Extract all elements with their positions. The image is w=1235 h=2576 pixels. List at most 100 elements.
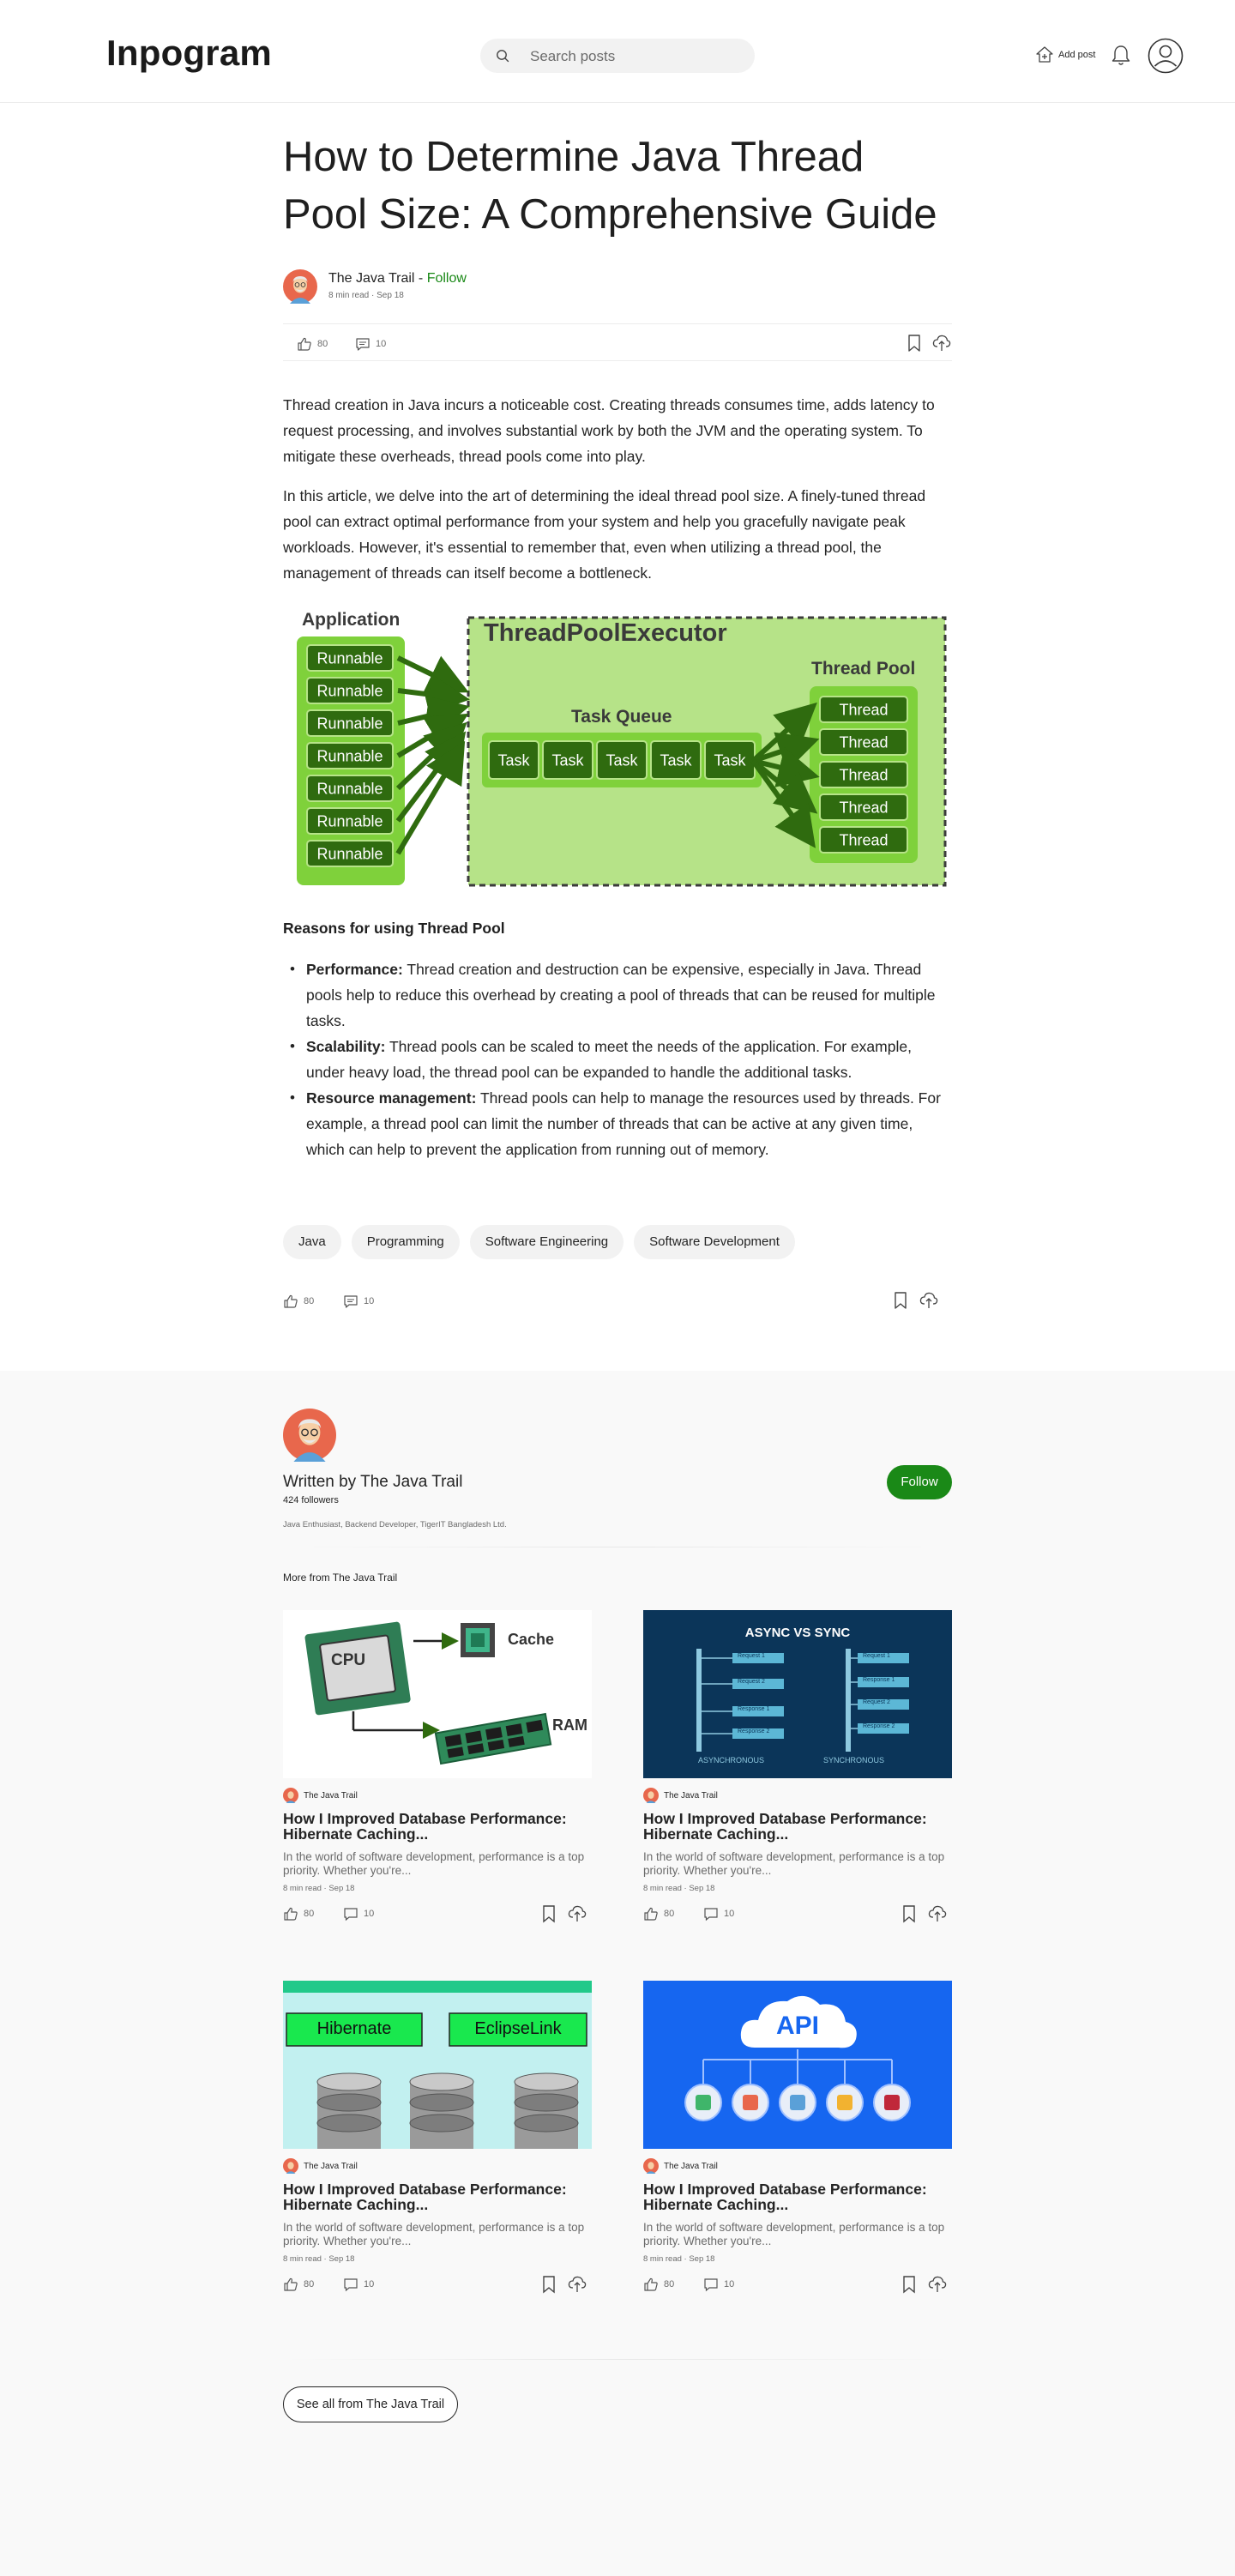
bell-icon[interactable] [1110, 43, 1132, 67]
like-button[interactable]: 80 [297, 336, 328, 352]
thumb-label: SYNCHRONOUS [823, 1756, 885, 1765]
like-count: 80 [304, 1296, 315, 1306]
story-card[interactable]: API The Java Trail How I Improved Databa… [643, 1981, 952, 2298]
like-icon [643, 1906, 659, 1921]
author-avatar-large[interactable] [283, 1409, 336, 1462]
share-icon[interactable] [568, 2275, 587, 2294]
bookmark-icon[interactable] [901, 1904, 918, 1923]
database-disk [514, 2093, 579, 2112]
comment-button[interactable]: 10 [343, 1906, 374, 1921]
like-button[interactable]: 80 [643, 2277, 674, 2292]
story-card[interactable]: CPU Cache RAM The Java Trail How I Impro… [283, 1610, 592, 1927]
paragraph-2: In this article, we delve into the art o… [283, 487, 926, 582]
card-meta: 8 min read · Sep 18 [643, 2254, 715, 2264]
see-all-button[interactable]: See all from The Java Trail [283, 2386, 458, 2422]
api-node-icon [696, 2095, 711, 2110]
card-thumbnail[interactable]: CPU Cache RAM [283, 1610, 592, 1778]
comment-button[interactable]: 10 [703, 2277, 734, 2292]
like-button[interactable]: 80 [283, 1294, 314, 1309]
thumb-label: RAM [552, 1716, 587, 1734]
bookmark-icon[interactable] [540, 1904, 557, 1923]
author-name[interactable]: The Java Trail [328, 271, 414, 286]
tag[interactable]: Programming [351, 1225, 460, 1259]
card-title[interactable]: How I Improved Database Performance: Hib… [643, 2181, 952, 2212]
card-author[interactable]: The Java Trail [283, 2158, 358, 2174]
bookmark-icon[interactable] [901, 2275, 918, 2294]
task-box-label: Task [497, 751, 530, 769]
more-from-title: More from The Java Trail [283, 1572, 398, 1584]
share-icon[interactable] [568, 1904, 587, 1923]
article-title: How to Determine Java Thread Pool Size: … [283, 134, 937, 238]
database-disk [316, 2114, 382, 2133]
story-card[interactable]: ASYNC VS SYNC Request 1 Request 2 Respon… [643, 1610, 952, 1927]
thread-box-label: Thread [839, 766, 888, 783]
follow-button[interactable]: Follow [887, 1465, 952, 1499]
like-button[interactable]: 80 [283, 2277, 314, 2292]
database-disk [514, 2072, 579, 2091]
like-icon [283, 1906, 298, 1921]
like-button[interactable]: 80 [643, 1906, 674, 1921]
comment-button[interactable]: 10 [703, 1906, 734, 1921]
top-navbar: Inpogram Search posts Add post [0, 0, 1235, 103]
written-by-title: Written by The Java Trail [283, 1473, 463, 1491]
bookmark-icon[interactable] [906, 334, 923, 353]
thumb-label: Request 1 [738, 1653, 765, 1659]
author-avatar[interactable] [283, 269, 317, 304]
card-excerpt: In the world of software development, pe… [283, 1850, 585, 1877]
thumb-label: ASYNCHRONOUS [698, 1756, 765, 1765]
thumb-label: Request 2 [738, 1679, 765, 1685]
comment-icon [703, 1906, 719, 1921]
add-post-button[interactable]: Add post [1034, 45, 1095, 65]
pool-label: Thread Pool [811, 659, 916, 679]
comment-button[interactable]: 10 [343, 1294, 374, 1309]
runnable-box-label: Runnable [316, 715, 383, 732]
search-bar[interactable]: Search posts [480, 39, 755, 73]
share-icon[interactable] [932, 334, 951, 353]
thumb-label: Response 1 [738, 1706, 770, 1712]
card-author[interactable]: The Java Trail [643, 1788, 718, 1803]
thumb-label: Request 1 [863, 1653, 890, 1659]
card-title[interactable]: How I Improved Database Performance: Hib… [283, 1811, 592, 1842]
card-thumbnail[interactable]: Hibernate EclipseLink [283, 1981, 592, 2149]
followers-count[interactable]: 424 followers [283, 1495, 339, 1505]
article-action-bar: 80 10 [283, 323, 952, 361]
search-input[interactable]: Search posts [530, 48, 615, 65]
share-icon[interactable] [928, 2275, 947, 2294]
author-line: The Java Trail - Follow [328, 271, 467, 287]
runnable-box-label: Runnable [316, 845, 383, 862]
separator: - [414, 271, 427, 286]
thumb-label: EclipseLink [474, 2019, 562, 2038]
paragraph-1: Thread creation in Java incurs a noticea… [283, 396, 935, 465]
tag[interactable]: Java [283, 1225, 341, 1259]
share-icon[interactable] [919, 1291, 938, 1310]
thumb-title: ASYNC VS SYNC [744, 1626, 851, 1640]
comment-button[interactable]: 10 [343, 2277, 374, 2292]
card-thumbnail[interactable]: API [643, 1981, 952, 2149]
tag[interactable]: Software Engineering [469, 1225, 624, 1259]
card-excerpt: In the world of software development, pe… [643, 2221, 945, 2247]
card-thumbnail[interactable]: ASYNC VS SYNC Request 1 Request 2 Respon… [643, 1610, 952, 1778]
share-icon[interactable] [928, 1904, 947, 1923]
card-author[interactable]: The Java Trail [643, 2158, 718, 2174]
database-disk [409, 2072, 474, 2091]
bookmark-icon[interactable] [540, 2275, 557, 2294]
comment-button[interactable]: 10 [355, 336, 386, 352]
card-title[interactable]: How I Improved Database Performance: Hib… [643, 1811, 952, 1842]
database-disk [316, 2072, 382, 2091]
user-icon[interactable] [1148, 38, 1184, 74]
logo[interactable]: Inpogram [106, 33, 272, 74]
follow-link[interactable]: Follow [427, 271, 467, 286]
card-author[interactable]: The Java Trail [283, 1788, 358, 1803]
author-row: The Java Trail - Follow 8 min read · Sep… [283, 269, 952, 304]
api-node-icon [837, 2095, 852, 2110]
card-title[interactable]: How I Improved Database Performance: Hib… [283, 2181, 592, 2212]
bookmark-icon[interactable] [892, 1291, 909, 1310]
application-label: Application [302, 610, 401, 630]
like-icon [643, 2277, 659, 2292]
comment-icon [343, 2277, 358, 2292]
task-box-label: Task [714, 751, 746, 769]
like-button[interactable]: 80 [283, 1906, 314, 1921]
like-icon [283, 2277, 298, 2292]
story-card[interactable]: Hibernate EclipseLink The Java Trail How… [283, 1981, 592, 2298]
tag[interactable]: Software Development [634, 1225, 795, 1259]
